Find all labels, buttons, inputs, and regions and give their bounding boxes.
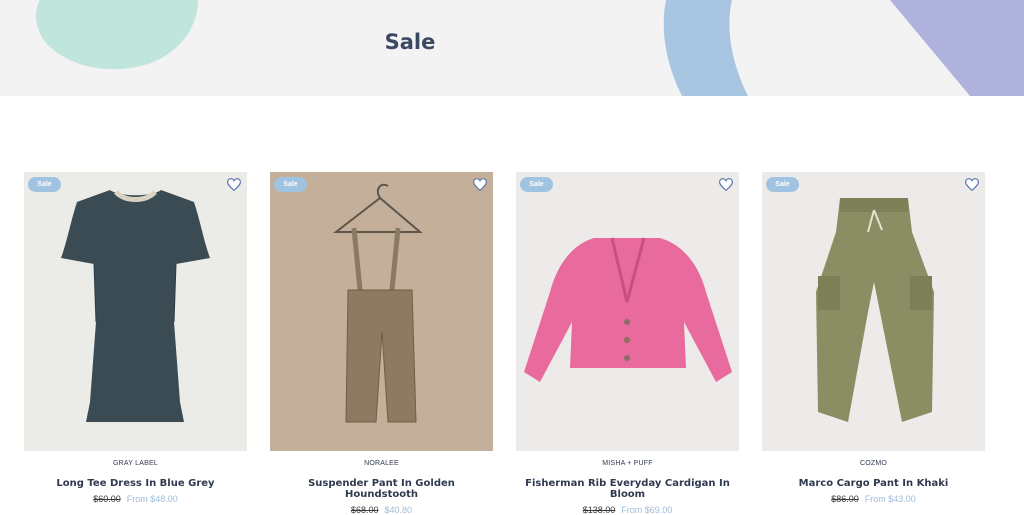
dress-illustration <box>61 190 210 422</box>
product-brand: MISHA + PUFF <box>602 460 653 467</box>
purple-shape-decoration <box>890 0 1024 96</box>
hero-banner: Sale <box>0 0 1024 96</box>
heart-icon[interactable] <box>965 178 979 191</box>
product-card[interactable]: Sale COZMO Marco Cargo Pant In Khaki $86… <box>762 172 985 512</box>
product-prices: $138.00 From $69.00 <box>516 505 739 515</box>
sale-badge: Sale <box>28 177 61 192</box>
product-prices: $68.00 $40.80 <box>270 505 493 515</box>
sale-badge: Sale <box>274 177 307 192</box>
product-brand: NORALEE <box>364 460 399 467</box>
product-image-suspender-pant[interactable]: Sale <box>270 172 493 451</box>
product-card[interactable]: Sale NORALEE Suspender Pant In Golden Ho… <box>270 172 493 515</box>
product-card[interactable]: Sale GRAY LABEL Long Tee Dress In Blue G… <box>24 172 247 512</box>
product-brand: COZMO <box>859 460 888 467</box>
product-brand: GRAY LABEL <box>113 460 158 467</box>
product-image-fisherman-cardigan[interactable]: Sale <box>516 172 739 451</box>
product-prices: $86.00 From $43.00 <box>762 494 985 504</box>
suspender-pant-illustration <box>333 183 423 423</box>
product-prices: $60.00 From $48.00 <box>24 494 247 504</box>
sale-badge: Sale <box>766 177 799 192</box>
product-image-cargo-pant[interactable]: Sale <box>762 172 985 451</box>
original-price: $86.00 <box>831 494 859 504</box>
product-name[interactable]: Marco Cargo Pant In Khaki <box>762 478 985 489</box>
sale-badge: Sale <box>520 177 553 192</box>
product-name[interactable]: Fisherman Rib Everyday Cardigan In Bloom <box>516 478 739 500</box>
sale-price: $40.80 <box>384 505 413 515</box>
heart-icon[interactable] <box>719 178 733 191</box>
cardigan-illustration <box>524 237 732 382</box>
sale-price: From $69.00 <box>621 505 673 515</box>
product-image-long-tee-dress[interactable]: Sale <box>24 172 247 451</box>
sale-price: From $48.00 <box>126 494 178 504</box>
sale-price: From $43.00 <box>864 494 916 504</box>
cargo-pant-illustration <box>816 198 934 422</box>
original-price: $68.00 <box>350 505 379 515</box>
heart-icon[interactable] <box>473 178 487 191</box>
page-title: Sale <box>384 30 436 54</box>
heart-icon[interactable] <box>227 178 241 191</box>
product-name[interactable]: Long Tee Dress In Blue Grey <box>24 478 247 489</box>
product-grid: Sale GRAY LABEL Long Tee Dress In Blue G… <box>24 172 1024 515</box>
product-card[interactable]: Sale MISHA + PUFF Fisherman Rib Everyday… <box>516 172 739 515</box>
product-name[interactable]: Suspender Pant In Golden Houndstooth <box>270 478 493 500</box>
original-price: $138.00 <box>582 505 616 515</box>
original-price: $60.00 <box>93 494 121 504</box>
